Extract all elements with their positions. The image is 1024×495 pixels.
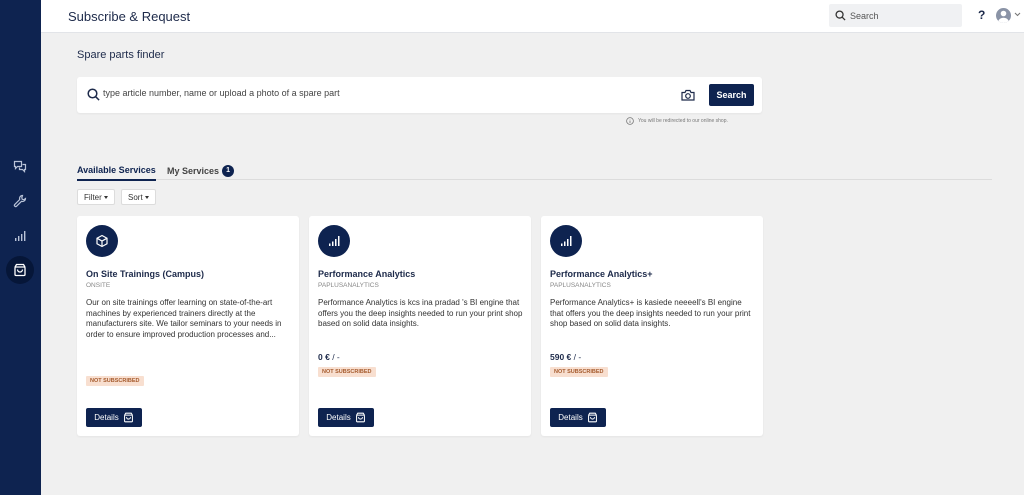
service-card-performance-analytics-plus: Performance Analytics+ PAPLUSANALYTICS P… bbox=[541, 216, 763, 436]
card-description: Performance Analytics is kcs ina pradad … bbox=[318, 298, 523, 328]
spare-parts-finder-title: Spare parts finder bbox=[77, 49, 165, 61]
help-button[interactable]: ? bbox=[978, 8, 985, 22]
shopping-bag-icon bbox=[14, 263, 26, 277]
price-suffix: / - bbox=[571, 352, 582, 362]
caret-down-icon bbox=[103, 195, 108, 199]
filter-label: Filter bbox=[84, 192, 102, 202]
details-button[interactable]: Details bbox=[550, 408, 606, 427]
spare-parts-search: Search bbox=[77, 77, 762, 113]
header-search-input[interactable] bbox=[850, 10, 950, 21]
card-subtitle: PAPLUSANALYTICS bbox=[318, 282, 379, 289]
filter-button[interactable]: Filter bbox=[77, 189, 115, 205]
user-icon bbox=[998, 10, 1009, 23]
sidebar-item-analytics[interactable] bbox=[9, 225, 31, 247]
search-icon bbox=[87, 88, 100, 101]
chevron-down-icon[interactable] bbox=[1014, 12, 1021, 17]
service-card-performance-analytics: Performance Analytics PAPLUSANALYTICS Pe… bbox=[309, 216, 531, 436]
status-badge: NOT SUBSCRIBED bbox=[550, 367, 608, 377]
price-value: 590 € bbox=[550, 352, 572, 362]
details-label: Details bbox=[94, 413, 119, 422]
card-title: Performance Analytics bbox=[318, 269, 416, 279]
tab-available-services[interactable]: Available Services bbox=[77, 165, 156, 181]
info-icon bbox=[626, 117, 634, 125]
card-subtitle: ONSITE bbox=[86, 282, 111, 289]
card-title: Performance Analytics+ bbox=[550, 269, 653, 279]
status-badge: NOT SUBSCRIBED bbox=[86, 376, 144, 386]
shopping-bag-icon bbox=[355, 412, 365, 423]
service-card-onsite: On Site Trainings (Campus) ONSITE Our on… bbox=[77, 216, 299, 436]
price-suffix: / - bbox=[329, 352, 340, 362]
chat-icon bbox=[13, 160, 27, 173]
card-description: Performance Analytics+ is kasiede neeeel… bbox=[550, 298, 751, 328]
card-title: On Site Trainings (Campus) bbox=[86, 269, 205, 279]
card-icon-badge bbox=[318, 225, 350, 257]
shopping-bag-icon bbox=[587, 412, 597, 423]
details-button[interactable]: Details bbox=[86, 408, 142, 427]
redirect-note: You will be redirected to our online sho… bbox=[626, 117, 728, 125]
card-description: Our on site trainings offer learning on … bbox=[86, 298, 282, 339]
header-search[interactable] bbox=[829, 4, 962, 27]
camera-icon[interactable] bbox=[681, 89, 695, 101]
card-price: 0 € / - bbox=[318, 352, 340, 362]
card-subtitle: PAPLUSANALYTICS bbox=[550, 282, 611, 289]
app-title: Subscribe & Request bbox=[68, 9, 191, 24]
sort-label: Sort bbox=[128, 192, 143, 202]
shopping-bag-icon bbox=[123, 412, 133, 423]
details-label: Details bbox=[558, 413, 583, 422]
sidebar-item-tools[interactable] bbox=[9, 190, 31, 212]
sort-button[interactable]: Sort bbox=[121, 189, 156, 205]
tab-my-services-label: My Services bbox=[167, 166, 220, 176]
wrench-icon bbox=[13, 194, 27, 208]
card-icon-badge bbox=[550, 225, 582, 257]
details-label: Details bbox=[326, 413, 351, 422]
sidebar bbox=[0, 0, 41, 495]
details-button[interactable]: Details bbox=[318, 408, 374, 427]
status-badge: NOT SUBSCRIBED bbox=[318, 367, 376, 377]
price-value: 0 € bbox=[318, 352, 330, 362]
top-bar: Subscribe & Request ? bbox=[41, 0, 1024, 33]
search-icon bbox=[835, 10, 846, 21]
caret-down-icon bbox=[144, 195, 149, 199]
sidebar-item-shop[interactable] bbox=[6, 256, 34, 284]
spare-parts-search-input[interactable] bbox=[103, 88, 663, 98]
bar-chart-icon bbox=[15, 231, 26, 241]
signal-icon bbox=[561, 236, 572, 246]
cube-icon bbox=[96, 234, 108, 248]
spare-parts-search-button[interactable]: Search bbox=[709, 84, 754, 106]
sidebar-item-chat[interactable] bbox=[9, 155, 31, 177]
signal-icon bbox=[329, 236, 340, 246]
card-price: 590 € / - bbox=[550, 352, 581, 362]
service-tabs: Available Services My Services 1 bbox=[77, 164, 992, 181]
tab-my-services[interactable]: My Services 1 bbox=[167, 165, 235, 177]
card-icon-badge bbox=[86, 225, 118, 257]
avatar[interactable] bbox=[996, 8, 1011, 23]
my-services-count-badge: 1 bbox=[222, 165, 235, 177]
redirect-note-text: You will be redirected to our online sho… bbox=[638, 118, 728, 124]
